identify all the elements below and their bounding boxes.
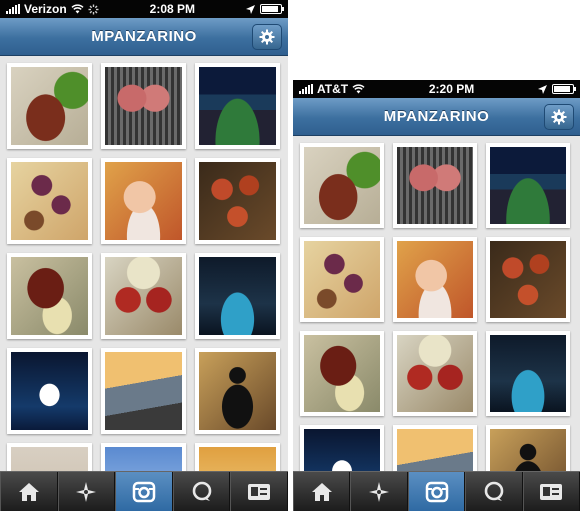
photo-steak <box>11 67 88 145</box>
photo-meat <box>11 257 88 335</box>
photo-tacos <box>11 162 88 240</box>
photo-crowd <box>105 352 182 430</box>
explore-icon <box>369 481 390 502</box>
clock: 2:20 PM <box>428 82 475 96</box>
photo-tile[interactable] <box>7 348 92 434</box>
photo-tile[interactable] <box>486 237 570 322</box>
tab-profile[interactable] <box>230 472 288 511</box>
profile-header: MPANZARINO <box>293 98 580 136</box>
tab-camera[interactable] <box>407 472 466 511</box>
activity-spinner-icon <box>88 4 99 14</box>
photo-baby <box>397 241 473 318</box>
photo-stadium <box>490 147 566 224</box>
page-title: MPANZARINO <box>383 108 490 125</box>
status-bar: Verizon 2:08 PM <box>0 0 288 18</box>
carrier-label: Verizon <box>24 2 67 16</box>
tab-news[interactable] <box>172 472 231 511</box>
photo-amazon <box>11 352 88 430</box>
location-arrow-icon <box>245 4 255 14</box>
photo-salad <box>490 241 566 318</box>
gear-icon <box>551 109 567 125</box>
wifi-icon <box>352 84 365 94</box>
home-icon <box>18 482 39 501</box>
photo-stage <box>490 335 566 412</box>
carrier-label: AT&T <box>317 82 349 96</box>
camera-icon <box>425 481 448 502</box>
photo-tile[interactable] <box>195 158 280 244</box>
photo-stadium <box>199 67 276 145</box>
photo-tile[interactable] <box>300 237 384 322</box>
camera-icon <box>132 481 156 502</box>
photo-salad <box>199 162 276 240</box>
signal-bars-icon <box>299 84 313 94</box>
location-arrow-icon <box>538 84 547 94</box>
explore-icon <box>76 481 97 502</box>
photo-pork <box>105 257 182 335</box>
photo-tile[interactable] <box>486 143 570 228</box>
photo-tile[interactable] <box>300 143 384 228</box>
news-bubble-icon <box>192 481 211 501</box>
photo-tile[interactable] <box>101 158 186 244</box>
page-title: MPANZARINO <box>91 28 197 45</box>
photo-tile[interactable] <box>7 63 92 149</box>
battery-icon <box>552 84 576 94</box>
clock: 2:08 PM <box>149 2 196 16</box>
photo-meat <box>304 335 380 412</box>
photo-batman <box>199 352 276 430</box>
photo-stage <box>199 257 276 335</box>
photo-tile[interactable] <box>7 158 92 244</box>
photo-tile[interactable] <box>393 237 477 322</box>
tab-bar <box>0 471 288 511</box>
battery-icon <box>259 4 284 14</box>
photo-tile[interactable] <box>393 331 477 416</box>
photo-grill <box>397 147 473 224</box>
photo-tile[interactable] <box>195 253 280 339</box>
profile-card-icon <box>540 483 563 500</box>
photo-baby <box>105 162 182 240</box>
settings-button[interactable] <box>544 104 574 130</box>
wifi-icon <box>71 4 84 14</box>
photo-tile[interactable] <box>101 348 186 434</box>
photo-steak <box>304 147 380 224</box>
photo-tile[interactable] <box>195 348 280 434</box>
tab-profile[interactable] <box>522 472 580 511</box>
settings-button[interactable] <box>252 24 282 50</box>
tab-home[interactable] <box>0 472 58 511</box>
photo-pork <box>397 335 473 412</box>
status-bar: AT&T 2:20 PM <box>293 80 580 98</box>
tab-explore[interactable] <box>350 472 408 511</box>
photo-tile[interactable] <box>393 143 477 228</box>
tab-bar <box>293 471 580 511</box>
profile-header: MPANZARINO <box>0 18 288 56</box>
photo-tile[interactable] <box>195 63 280 149</box>
photo-tile[interactable] <box>7 253 92 339</box>
photo-tile[interactable] <box>300 331 384 416</box>
photo-tile[interactable] <box>101 253 186 339</box>
photo-grid <box>293 136 580 511</box>
tab-camera[interactable] <box>115 472 173 511</box>
news-bubble-icon <box>484 481 504 501</box>
tab-explore[interactable] <box>57 472 116 511</box>
left-phone-screen: Verizon 2:08 PM MPANZARINO <box>0 0 288 511</box>
right-phone-screen: AT&T 2:20 PM MPANZARINO <box>293 80 580 511</box>
photo-grid <box>0 56 288 511</box>
photo-tile[interactable] <box>486 331 570 416</box>
home-icon <box>311 482 332 501</box>
tab-home[interactable] <box>293 472 351 511</box>
photo-tacos <box>304 241 380 318</box>
profile-card-icon <box>248 483 271 500</box>
signal-bars-icon <box>6 4 20 14</box>
photo-tile[interactable] <box>101 63 186 149</box>
photo-grill <box>105 67 182 145</box>
tab-news[interactable] <box>465 472 523 511</box>
comparison-stage: Verizon 2:08 PM MPANZARINO AT&T 2:20 PM … <box>0 0 580 511</box>
gear-icon <box>259 29 275 45</box>
